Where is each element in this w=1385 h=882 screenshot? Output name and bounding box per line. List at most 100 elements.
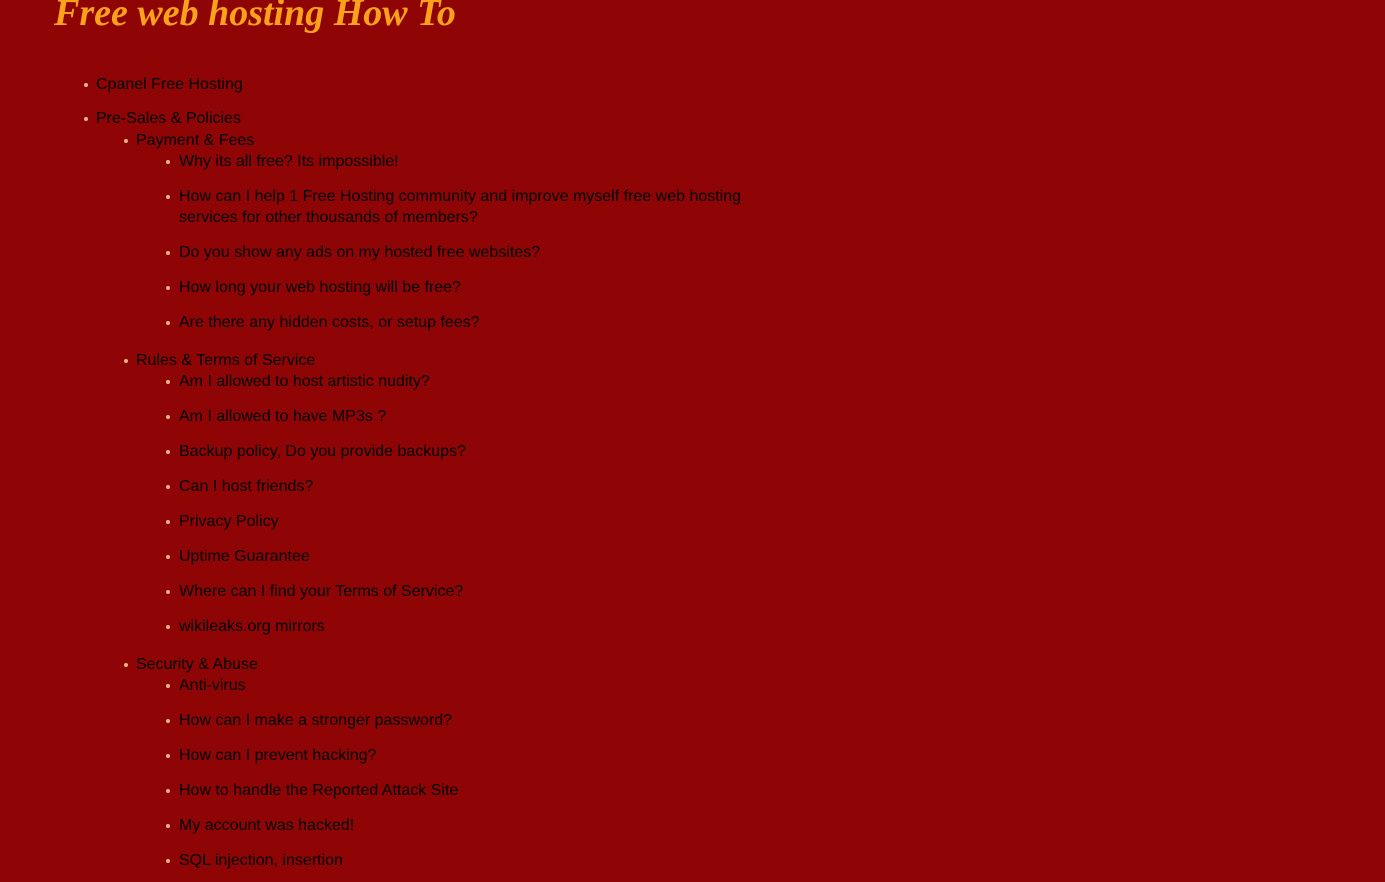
outline-item-label: Security & Abuse	[136, 656, 258, 673]
bullet-icon	[166, 450, 170, 454]
outline-link[interactable]: How to handle the Reported Attack Site	[162, 780, 749, 801]
outline-item: Cpanel Free Hosting	[80, 74, 1385, 95]
outline-item-label: Payment & Fees	[136, 132, 255, 149]
outline-list-level-2: Payment & Fees Why its all free? Its impo…	[80, 130, 1385, 871]
bullet-icon	[84, 117, 88, 121]
outline-item-label: Am I allowed to have MP3s ?	[179, 408, 387, 425]
outline-link[interactable]: How long your web hosting will be free?	[162, 277, 749, 298]
outline-link[interactable]: How can I make a stronger password?	[162, 710, 749, 731]
bullet-icon	[124, 139, 128, 143]
outline-item-label: How can I prevent hacking?	[179, 747, 377, 764]
outline-list-level-3: Anti-virus How can I make a stronger pass…	[120, 675, 787, 871]
outline-link[interactable]: Are there any hidden costs, or setup fee…	[162, 312, 749, 333]
bullet-icon	[166, 321, 170, 325]
outline-item: Backup policy, Do you provide backups?	[162, 441, 787, 462]
outline-navigation: Cpanel Free Hosting Pre-Sales & Policies P…	[0, 74, 1385, 871]
outline-item-label: Anti-virus	[179, 677, 246, 694]
outline-item-label: Can I host friends?	[179, 478, 314, 495]
bullet-icon	[166, 590, 170, 594]
outline-link[interactable]: Do you show any ads on my hosted free we…	[162, 242, 749, 263]
outline-item-label: Are there any hidden costs, or setup fee…	[179, 314, 480, 331]
outline-item: Pre-Sales & Policies Payment & Fees Why it…	[80, 108, 1385, 871]
outline-item-label: How can I help 1 Free Hosting community …	[179, 188, 742, 226]
outline-item: Anti-virus	[162, 675, 787, 696]
outline-item: Where can I find your Terms of Service?	[162, 581, 787, 602]
outline-link[interactable]: Security & Abuse	[120, 654, 1385, 675]
bullet-icon	[166, 789, 170, 793]
bullet-icon	[166, 485, 170, 489]
outline-link[interactable]: Cpanel Free Hosting	[80, 74, 1385, 95]
outline-item: Am I allowed to have MP3s ?	[162, 406, 787, 427]
outline-link[interactable]: Privacy Policy	[162, 511, 749, 532]
outline-item-label: Privacy Policy	[179, 513, 279, 530]
bullet-icon	[166, 555, 170, 559]
page-root: Free web hosting How To Cpanel Free Host…	[0, 0, 1385, 882]
outline-item: SQL injection, insertion	[162, 850, 787, 871]
outline-item-label: Backup policy, Do you provide backups?	[179, 443, 466, 460]
bullet-icon	[124, 359, 128, 363]
outline-link[interactable]: Anti-virus	[162, 675, 749, 696]
outline-item: Can I host friends?	[162, 476, 787, 497]
outline-item-label: SQL injection, insertion	[179, 852, 343, 869]
outline-link[interactable]: Rules & Terms of Service	[120, 350, 1385, 371]
outline-item: Are there any hidden costs, or setup fee…	[162, 312, 787, 333]
outline-link[interactable]: Where can I find your Terms of Service?	[162, 581, 749, 602]
outline-item-label: Pre-Sales & Policies	[96, 110, 241, 127]
bullet-icon	[84, 83, 88, 87]
bullet-icon	[166, 859, 170, 863]
bullet-icon	[166, 824, 170, 828]
outline-item: Rules & Terms of Service Am I allowed to …	[120, 350, 1385, 637]
outline-item: Why its all free? Its impossible!	[162, 151, 787, 172]
outline-link[interactable]: Uptime Guarantee	[162, 546, 749, 567]
bullet-icon	[166, 195, 170, 199]
outline-item: How can I make a stronger password?	[162, 710, 787, 731]
outline-item-label: wikileaks.org mirrors	[179, 618, 325, 635]
bullet-icon	[166, 160, 170, 164]
outline-item: My account was hacked!	[162, 815, 787, 836]
bullet-icon	[166, 684, 170, 688]
outline-item: Am I allowed to host artistic nudity?	[162, 371, 787, 392]
bullet-icon	[124, 663, 128, 667]
outline-link[interactable]: Why its all free? Its impossible!	[162, 151, 749, 172]
outline-link[interactable]: Pre-Sales & Policies	[80, 108, 1385, 129]
outline-item-label: Why its all free? Its impossible!	[179, 153, 399, 170]
outline-link[interactable]: Am I allowed to have MP3s ?	[162, 406, 749, 427]
outline-item-label: How can I make a stronger password?	[179, 712, 453, 729]
bullet-icon	[166, 415, 170, 419]
outline-item-label: Rules & Terms of Service	[136, 352, 316, 369]
outline-item: Payment & Fees Why its all free? Its impo…	[120, 130, 1385, 333]
outline-link[interactable]: How can I help 1 Free Hosting community …	[162, 186, 749, 228]
outline-link[interactable]: Backup policy, Do you provide backups?	[162, 441, 749, 462]
bullet-icon	[166, 286, 170, 290]
outline-item: How can I help 1 Free Hosting community …	[162, 186, 787, 228]
outline-item: Privacy Policy	[162, 511, 787, 532]
outline-list-level-1: Cpanel Free Hosting Pre-Sales & Policies P…	[0, 74, 1385, 871]
outline-item: How to handle the Reported Attack Site	[162, 780, 787, 801]
outline-list-level-3: Why its all free? Its impossible! How can…	[120, 151, 787, 333]
outline-item: Uptime Guarantee	[162, 546, 787, 567]
outline-item-label: My account was hacked!	[179, 817, 355, 834]
outline-item: How long your web hosting will be free?	[162, 277, 787, 298]
outline-link[interactable]: Payment & Fees	[120, 130, 1385, 151]
bullet-icon	[166, 251, 170, 255]
outline-item-label: Cpanel Free Hosting	[96, 76, 243, 93]
outline-link[interactable]: How can I prevent hacking?	[162, 745, 749, 766]
page-title: Free web hosting How To	[54, 0, 456, 34]
outline-link[interactable]: My account was hacked!	[162, 815, 749, 836]
outline-item-label: Where can I find your Terms of Service?	[179, 583, 464, 600]
outline-item-label: Do you show any ads on my hosted free we…	[179, 244, 541, 261]
outline-link[interactable]: wikileaks.org mirrors	[162, 616, 749, 637]
bullet-icon	[166, 520, 170, 524]
outline-item-label: Am I allowed to host artistic nudity?	[179, 373, 430, 390]
outline-item: Security & Abuse Anti-virus How can I make…	[120, 654, 1385, 871]
bullet-icon	[166, 719, 170, 723]
outline-item-label: Uptime Guarantee	[179, 548, 310, 565]
bullet-icon	[166, 754, 170, 758]
outline-item-label: How to handle the Reported Attack Site	[179, 782, 459, 799]
outline-item-label: How long your web hosting will be free?	[179, 279, 461, 296]
bullet-icon	[166, 380, 170, 384]
outline-link[interactable]: SQL injection, insertion	[162, 850, 749, 871]
outline-link[interactable]: Can I host friends?	[162, 476, 749, 497]
outline-item: How can I prevent hacking?	[162, 745, 787, 766]
outline-link[interactable]: Am I allowed to host artistic nudity?	[162, 371, 749, 392]
